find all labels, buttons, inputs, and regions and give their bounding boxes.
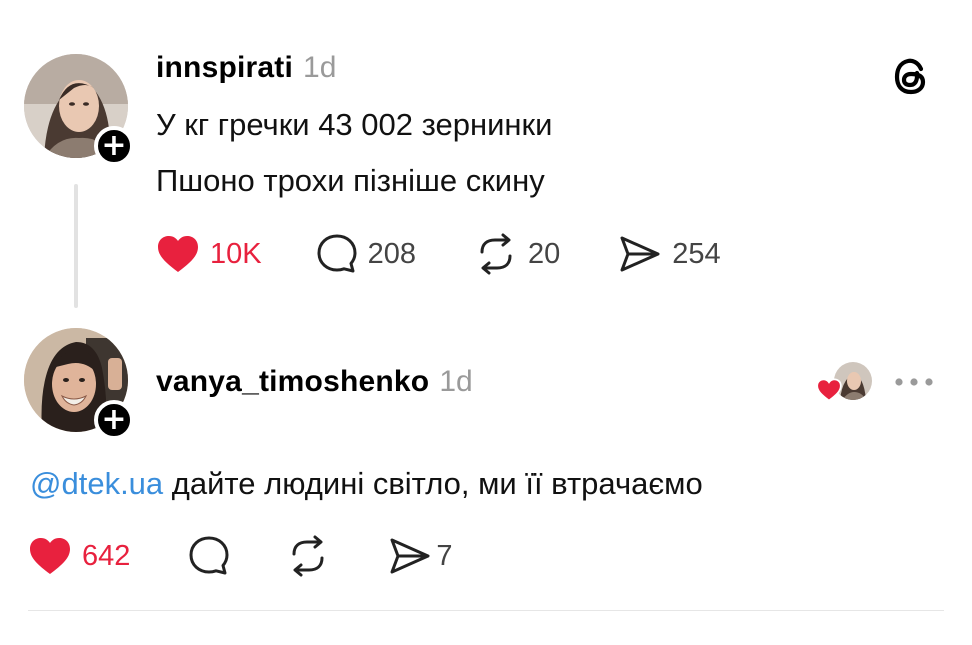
heart-icon (30, 538, 70, 574)
username[interactable]: innspirati (156, 51, 293, 85)
thread-line (74, 184, 78, 308)
like-button[interactable]: 10K (156, 234, 262, 274)
plus-icon: + (101, 402, 127, 437)
comment-button[interactable] (188, 535, 230, 577)
post-text-line: Пшоно трохи пізніше скину (156, 163, 545, 198)
post-text-line: У кг гречки 43 002 зернинки (156, 107, 553, 142)
share-count: 7 (436, 539, 453, 572)
comment-count: 208 (367, 237, 416, 270)
heart-icon (816, 378, 842, 402)
post-actions: 10K 208 20 254 (156, 232, 721, 276)
heart-icon (158, 236, 198, 272)
comment-bubble-icon (317, 234, 357, 273)
like-button[interactable]: 642 (28, 536, 130, 576)
reply-text: @dtek.ua дайте людині світло, ми її втра… (30, 466, 703, 502)
repost-button[interactable] (286, 535, 330, 577)
send-icon (390, 538, 430, 574)
timestamp: 1d (439, 365, 473, 398)
timestamp: 1d (303, 51, 337, 84)
repost-icon (480, 233, 512, 275)
post-header: innspirati 1d (156, 51, 336, 89)
threads-logo-icon[interactable] (890, 55, 932, 97)
author-liked-indicator (816, 360, 876, 404)
share-button[interactable]: 254 (618, 234, 721, 274)
mention-link[interactable]: @dtek.ua (30, 466, 163, 501)
repost-button[interactable]: 20 (474, 233, 560, 275)
reply-post: + vanya_timoshenko 1d @dtek.ua дайте люд (0, 320, 972, 645)
reply-actions: 642 7 (28, 534, 453, 578)
follow-button[interactable]: + (94, 126, 134, 166)
follow-button[interactable]: + (94, 400, 134, 440)
like-count: 10K (210, 237, 262, 270)
share-button[interactable]: 7 (388, 536, 453, 576)
comment-button[interactable]: 208 (316, 233, 416, 275)
post: + innspirati 1d У кг гречки 43 002 зерни… (0, 0, 972, 320)
comment-bubble-icon (189, 536, 229, 575)
more-options-button[interactable] (892, 372, 936, 392)
share-count: 254 (672, 237, 721, 270)
reply-body: дайте людині світло, ми її втрачаємо (163, 466, 703, 501)
repost-count: 20 (528, 237, 561, 270)
divider (28, 610, 944, 611)
username[interactable]: vanya_timoshenko (156, 365, 429, 399)
plus-icon: + (101, 128, 127, 163)
send-icon (620, 236, 660, 272)
repost-icon (292, 535, 324, 577)
reply-header: vanya_timoshenko 1d (156, 365, 473, 403)
more-dots-icon (895, 378, 933, 386)
like-count: 642 (82, 539, 131, 572)
